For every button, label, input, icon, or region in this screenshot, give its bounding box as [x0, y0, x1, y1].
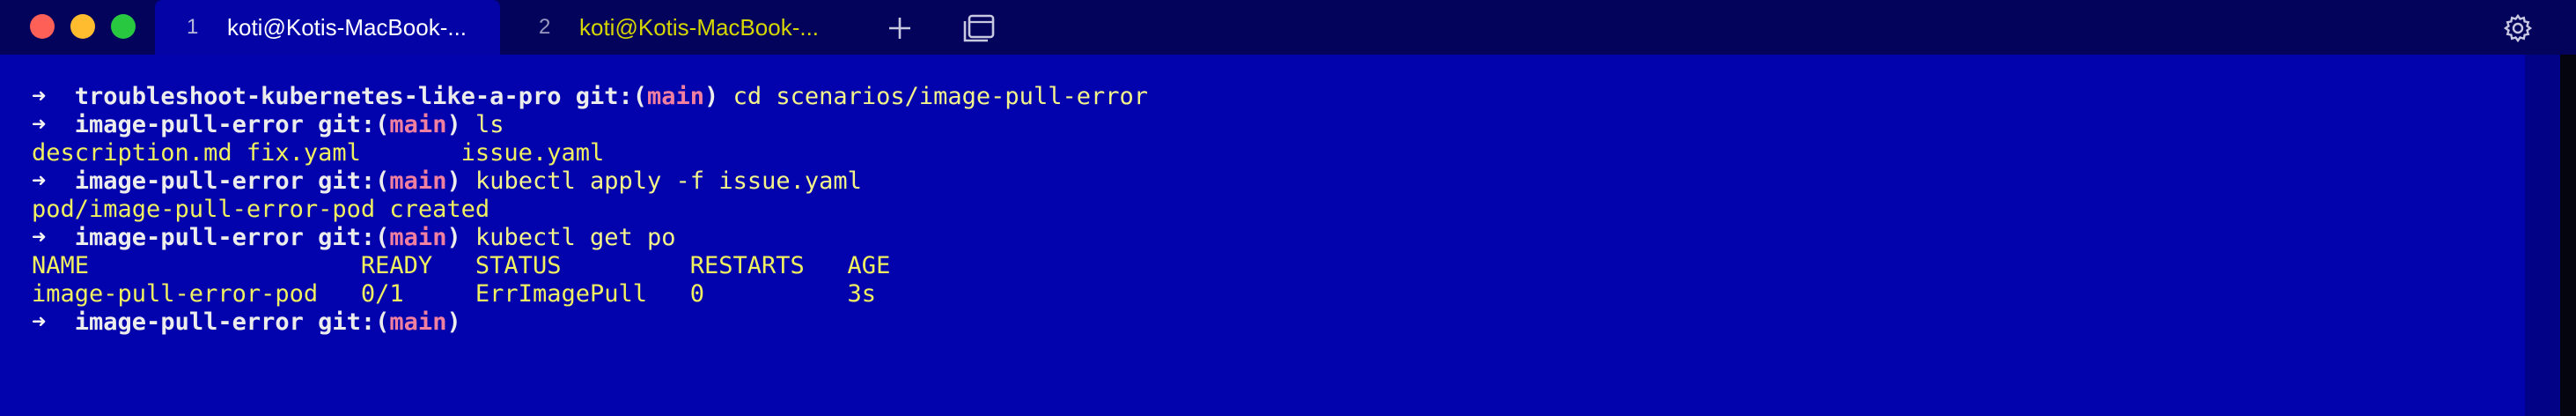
minimize-window-button[interactable]: [70, 14, 95, 39]
prompt-directory: troubleshoot-kubernetes-like-a-pro: [74, 83, 562, 110]
command-text: kubectl apply -f issue.yaml: [475, 167, 862, 195]
prompt-arrow: ➜: [32, 308, 47, 336]
git-branch: main: [389, 224, 447, 251]
prompt-line: ➜ image-pull-error git:(main): [32, 308, 2525, 337]
git-label-close: ): [446, 167, 461, 195]
command-text: cd scenarios/image-pull-error: [732, 83, 1148, 110]
prompt-line: ➜ image-pull-error git:(main) kubectl ap…: [32, 167, 2525, 196]
close-window-button[interactable]: [30, 14, 55, 39]
tab-overview-button[interactable]: [961, 11, 997, 46]
git-label-close: ): [446, 111, 461, 138]
git-branch: main: [389, 308, 447, 336]
tab-overview-icon: [963, 14, 995, 42]
prompt-arrow: ➜: [32, 83, 47, 110]
tab-2[interactable]: 2 koti@Kotis-MacBook-...: [511, 0, 856, 55]
git-label: git:(: [318, 111, 390, 138]
tab-1[interactable]: 1 koti@Kotis-MacBook-...: [155, 0, 500, 55]
prompt-directory: image-pull-error: [74, 167, 304, 195]
new-tab-button[interactable]: [882, 11, 917, 46]
output-line: pod/image-pull-error-pod created: [32, 196, 2525, 224]
maximize-window-button[interactable]: [111, 14, 136, 39]
tab-bar: 1 koti@Kotis-MacBook-... 2 koti@Kotis-Ma…: [0, 0, 2576, 55]
command-text: ls: [475, 111, 504, 138]
git-label: git:(: [575, 83, 648, 110]
output-text: pod/image-pull-error-pod created: [32, 196, 490, 223]
prompt-line: ➜ image-pull-error git:(main) ls: [32, 111, 2525, 139]
prompt-line: ➜ troubleshoot-kubernetes-like-a-pro git…: [32, 83, 2525, 111]
prompt-arrow: ➜: [32, 111, 47, 138]
output-line: NAME READY STATUS RESTARTS AGE: [32, 252, 2525, 280]
terminal-window: 1 koti@Kotis-MacBook-... 2 koti@Kotis-Ma…: [0, 0, 2576, 416]
git-label: git:(: [318, 224, 390, 251]
gear-icon: [2503, 13, 2533, 43]
prompt-directory: image-pull-error: [74, 111, 304, 138]
tab-number: 1: [187, 15, 199, 39]
git-label: git:(: [318, 308, 390, 336]
git-branch: main: [389, 167, 447, 195]
prompt-arrow: ➜: [32, 224, 47, 251]
tab-title: koti@Kotis-MacBook-...: [227, 13, 467, 41]
output-text: image-pull-error-pod 0/1 ErrImagePull 0 …: [32, 280, 877, 308]
window-edge: [2560, 55, 2576, 416]
git-label-close: ): [704, 83, 719, 110]
prompt-line: ➜ image-pull-error git:(main) kubectl ge…: [32, 224, 2525, 252]
prompt-directory: image-pull-error: [74, 308, 304, 336]
scrollbar[interactable]: [2525, 55, 2560, 416]
output-line: description.md fix.yaml issue.yaml: [32, 139, 2525, 167]
settings-button[interactable]: [2500, 11, 2536, 46]
output-text: NAME READY STATUS RESTARTS AGE: [32, 252, 891, 279]
command-text: kubectl get po: [475, 224, 676, 251]
git-label: git:(: [318, 167, 390, 195]
git-branch: main: [647, 83, 705, 110]
git-label-close: ): [446, 308, 461, 336]
plus-icon: [889, 18, 910, 39]
prompt-directory: image-pull-error: [74, 224, 304, 251]
git-label-close: ): [446, 224, 461, 251]
tab-number: 2: [539, 15, 551, 39]
prompt-arrow: ➜: [32, 167, 47, 195]
terminal-output[interactable]: ➜ troubleshoot-kubernetes-like-a-pro git…: [0, 55, 2525, 416]
output-text: description.md fix.yaml issue.yaml: [32, 139, 605, 167]
output-line: image-pull-error-pod 0/1 ErrImagePull 0 …: [32, 280, 2525, 308]
git-branch: main: [389, 111, 447, 138]
tab-title: koti@Kotis-MacBook-...: [579, 13, 820, 41]
